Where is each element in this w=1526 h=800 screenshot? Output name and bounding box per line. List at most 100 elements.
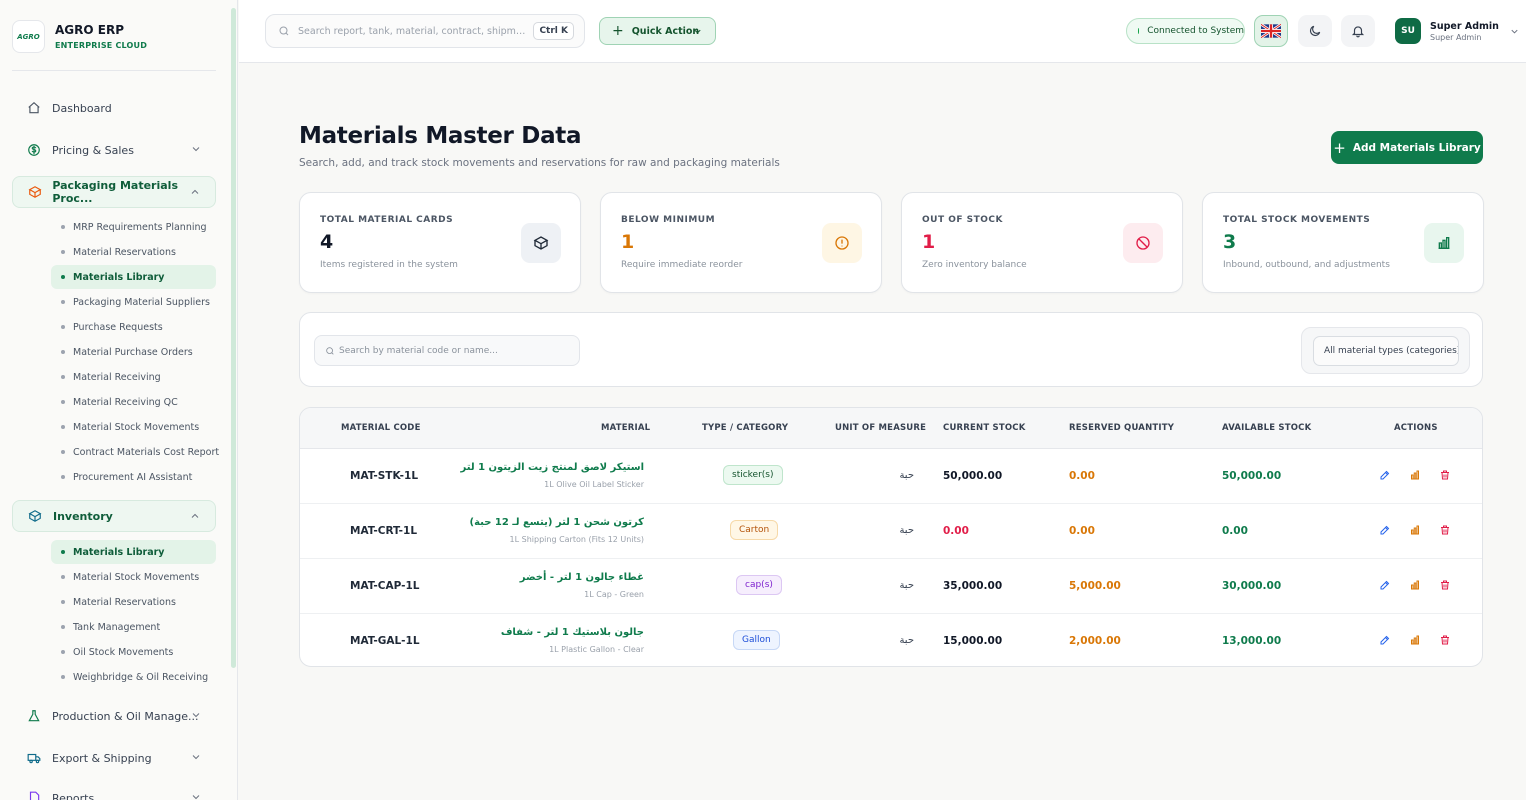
- edit-icon[interactable]: [1377, 467, 1393, 483]
- sub-cost-report[interactable]: Contract Materials Cost Report: [51, 440, 219, 464]
- row-actions: [1377, 467, 1453, 483]
- sub-mrp-planning[interactable]: MRP Requirements Planning: [51, 215, 216, 239]
- stock-chart-icon[interactable]: [1407, 522, 1423, 538]
- plus-icon: +: [612, 23, 624, 39]
- nav-dashboard-label: Dashboard: [52, 101, 112, 115]
- table-row[interactable]: MAT-STK-1L استيكر لاصق لمنتج زيت الزيتون…: [300, 449, 1482, 504]
- sidebar-scrollbar[interactable]: [231, 8, 236, 668]
- stat-description: Require immediate reorder: [621, 260, 743, 270]
- material-code: MAT-GAL-1L: [350, 635, 420, 647]
- sidebar: AGRO AGRO ERP ENTERPRISE CLOUD Dashboard…: [0, 0, 238, 800]
- materials-table: MATERIAL CODE MATERIAL TYPE / CATEGORY U…: [299, 407, 1483, 667]
- sub-inv-reservations[interactable]: Material Reservations: [51, 590, 216, 614]
- nav-inventory-label: Inventory: [53, 509, 113, 523]
- stat-label: TOTAL STOCK MOVEMENTS: [1223, 215, 1371, 225]
- nav-dashboard[interactable]: Dashboard: [12, 92, 216, 124]
- quick-action-button[interactable]: + Quick Action: [599, 17, 716, 45]
- table-header: MATERIAL CODE MATERIAL TYPE / CATEGORY U…: [300, 408, 1482, 449]
- material-name-en: 1L Plastic Gallon - Clear: [549, 645, 644, 654]
- add-material-label: Add Materials Library: [1352, 141, 1481, 154]
- delete-icon[interactable]: [1437, 522, 1453, 538]
- th-reserved-qty: RESERVED QUANTITY: [1069, 423, 1175, 433]
- nav-inventory[interactable]: Inventory: [12, 500, 216, 532]
- category-select[interactable]: All material types (categories): [1313, 336, 1459, 366]
- nav-packaging-materials[interactable]: Packaging Materials Proc...: [12, 176, 216, 208]
- type-badge: cap(s): [736, 575, 782, 595]
- topbar: Search report, tank, material, contract,…: [239, 0, 1526, 63]
- bullet: [61, 350, 65, 354]
- user-menu[interactable]: SU Super Admin Super Admin: [1395, 18, 1520, 44]
- available-stock: 13,000.00: [1222, 635, 1282, 647]
- sub-tank-management[interactable]: Tank Management: [51, 615, 216, 639]
- bullet: [61, 225, 65, 229]
- delete-icon[interactable]: [1437, 467, 1453, 483]
- table-row[interactable]: MAT-CRT-1L كرتون شحن 1 لتر (يتسع لـ 12 ح…: [300, 504, 1482, 559]
- stat-card-out-of-stock: OUT OF STOCK 1 Zero inventory balance: [901, 192, 1183, 293]
- stock-chart-icon[interactable]: [1407, 467, 1423, 483]
- table-row[interactable]: MAT-GAL-1L جالون بلاستيك 1 لتر - شفاف 1L…: [300, 614, 1482, 666]
- stock-chart-icon[interactable]: [1407, 632, 1423, 648]
- sub-material-receiving[interactable]: Material Receiving: [51, 365, 216, 389]
- nav-reports[interactable]: Reports: [12, 782, 216, 800]
- bullet: [61, 375, 65, 379]
- sub-stock-movements[interactable]: Material Stock Movements: [51, 415, 216, 439]
- bar-chart-icon: [1424, 223, 1464, 263]
- delete-icon[interactable]: [1437, 632, 1453, 648]
- chevron-up-icon: [191, 513, 199, 518]
- current-stock: 50,000.00: [943, 470, 1003, 482]
- edit-icon[interactable]: [1377, 632, 1393, 648]
- table-row[interactable]: MAT-CAP-1L غطاء جالون 1 لتر - أخضر 1L Ca…: [300, 559, 1482, 614]
- row-actions: [1377, 632, 1453, 648]
- sub-purchase-orders[interactable]: Material Purchase Orders: [51, 340, 216, 364]
- stat-value: 1: [922, 231, 936, 253]
- edit-icon[interactable]: [1377, 522, 1393, 538]
- sub-receiving-qc[interactable]: Material Receiving QC: [51, 390, 216, 414]
- box-icon: [27, 184, 42, 200]
- edit-icon[interactable]: [1377, 577, 1393, 593]
- quick-action-label: Quick Action: [631, 25, 700, 37]
- home-icon: [26, 100, 42, 116]
- sub-materials-library[interactable]: Materials Library: [51, 265, 216, 289]
- sub-packaging-suppliers[interactable]: Packaging Material Suppliers: [51, 290, 216, 314]
- sub-purchase-requests[interactable]: Purchase Requests: [51, 315, 216, 339]
- bullet: [61, 600, 65, 604]
- bullet: [61, 650, 65, 654]
- type-badge: Carton: [730, 520, 779, 540]
- material-search-input[interactable]: Search by material code or name...: [314, 335, 580, 366]
- bullet: [61, 625, 65, 629]
- truck-icon: [26, 750, 42, 766]
- material-name-ar: استيكر لاصق لمنتج زيت الزيتون 1 لتر: [460, 462, 644, 473]
- sub-material-reservations[interactable]: Material Reservations: [51, 240, 216, 264]
- sub-procurement-ai[interactable]: Procurement AI Assistant: [51, 465, 216, 489]
- delete-icon[interactable]: [1437, 577, 1453, 593]
- brand-subtitle: ENTERPRISE CLOUD: [55, 41, 148, 50]
- add-material-button[interactable]: + Add Materials Library: [1331, 131, 1483, 164]
- sub-inv-stock-movements[interactable]: Material Stock Movements: [51, 565, 216, 589]
- th-available-stock: AVAILABLE STOCK: [1222, 423, 1312, 433]
- bullet: [61, 475, 65, 479]
- moon-icon: [1310, 25, 1321, 36]
- brand[interactable]: AGRO AGRO ERP ENTERPRISE CLOUD: [12, 20, 147, 53]
- theme-toggle-button[interactable]: [1298, 15, 1332, 47]
- sub-inv-materials-library[interactable]: Materials Library: [51, 540, 216, 564]
- bullet: [61, 550, 65, 554]
- language-switch-button[interactable]: [1254, 15, 1288, 47]
- report-icon: [26, 790, 42, 800]
- type-badge: sticker(s): [723, 465, 783, 485]
- nav-pricing-sales[interactable]: Pricing & Sales: [12, 134, 216, 166]
- stat-value: 3: [1223, 231, 1237, 253]
- brand-logo: AGRO: [12, 20, 45, 53]
- sub-oil-stock-movements[interactable]: Oil Stock Movements: [51, 640, 216, 664]
- sub-weighbridge[interactable]: Weighbridge & Oil Receiving: [51, 665, 216, 689]
- bullet: [61, 325, 65, 329]
- stock-chart-icon[interactable]: [1407, 577, 1423, 593]
- shortcut-hint: Ctrl K: [533, 22, 574, 40]
- global-search-input[interactable]: Search report, tank, material, contract,…: [265, 14, 585, 48]
- chevron-down-icon: [192, 755, 200, 760]
- notifications-button[interactable]: [1341, 15, 1375, 47]
- th-type-category: TYPE / CATEGORY: [702, 423, 789, 433]
- chevron-down-icon: [192, 713, 200, 718]
- nav-production[interactable]: Production & Oil Manage...: [12, 700, 216, 732]
- nav-export-shipping[interactable]: Export & Shipping: [12, 742, 216, 774]
- unit-of-measure: حبة: [899, 580, 914, 591]
